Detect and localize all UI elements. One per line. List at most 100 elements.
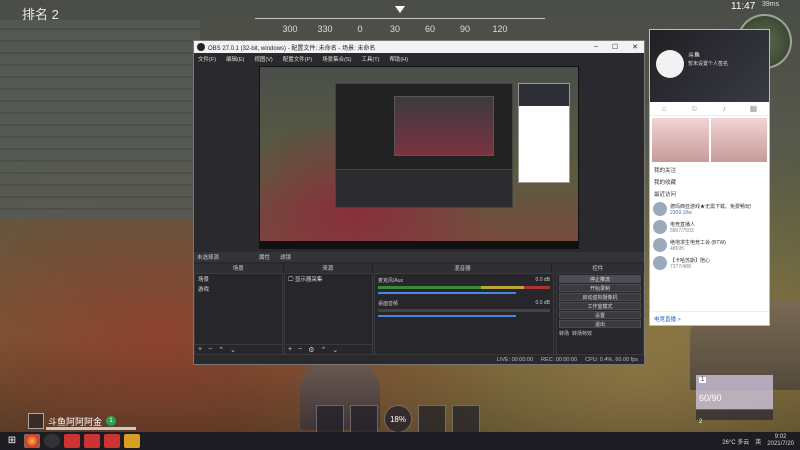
player-level: 1 bbox=[106, 416, 117, 426]
menu-item[interactable]: 编辑(E) bbox=[226, 55, 244, 63]
skill-slot[interactable] bbox=[452, 405, 480, 433]
rec-time: REC: 00:00:00 bbox=[541, 356, 578, 363]
remove-icon[interactable]: − bbox=[298, 346, 302, 353]
dock-title-scenes: 场景 bbox=[194, 264, 284, 273]
tab-transitions[interactable]: 转场特效 bbox=[572, 330, 592, 337]
obs-preview[interactable] bbox=[259, 66, 579, 249]
menu-item[interactable]: 帮助(H) bbox=[389, 55, 408, 63]
up-icon[interactable]: ⌃ bbox=[218, 346, 224, 354]
stop-stream-button[interactable]: 停止推流 bbox=[559, 275, 641, 283]
dock-title-controls: 控件 bbox=[552, 264, 645, 273]
scene-item[interactable]: 场景 bbox=[195, 274, 282, 284]
studio-mode-button[interactable]: 工作室模式 bbox=[559, 302, 641, 310]
photo-row bbox=[650, 116, 769, 164]
menu-item[interactable]: 配置文件(P) bbox=[283, 55, 312, 63]
minimize-icon[interactable]: – bbox=[594, 43, 598, 51]
avatar[interactable] bbox=[656, 50, 684, 78]
menu-item[interactable]: 工具(T) bbox=[361, 55, 379, 63]
photo[interactable] bbox=[710, 118, 767, 162]
ammo-count: 60/90 bbox=[699, 393, 722, 403]
dock-title-mixer: 混音器 bbox=[373, 264, 553, 273]
side-link[interactable]: 最近访问 bbox=[650, 188, 769, 200]
nested-side-panel bbox=[518, 83, 570, 183]
obs-title: OBS 27.0.1 (32-bit, windows) - 配置文件: 未命名… bbox=[208, 45, 376, 52]
compass: 300 330 0 30 60 90 120 bbox=[255, 0, 545, 40]
menu-item[interactable]: 视图(V) bbox=[254, 55, 272, 63]
compass-tick-label: 30 bbox=[389, 24, 401, 34]
player-avatar bbox=[28, 413, 44, 429]
add-icon[interactable]: + bbox=[198, 346, 202, 353]
game-icon[interactable] bbox=[124, 434, 140, 448]
list-item[interactable]: 绝地求生电竞工会 (BTW) 48695 bbox=[650, 236, 769, 254]
skill-bar: 18% bbox=[316, 405, 480, 433]
skill-slot[interactable] bbox=[418, 405, 446, 433]
mixer-channel-level: 0.0 dB bbox=[535, 300, 550, 306]
bell-icon[interactable]: ♪ bbox=[722, 104, 726, 113]
skill-center[interactable]: 18% bbox=[384, 405, 412, 433]
filters-button[interactable]: 滤镜 bbox=[280, 253, 291, 261]
compass-tick-label: 330 bbox=[317, 24, 333, 34]
close-icon[interactable]: ✕ bbox=[632, 43, 638, 51]
side-user-name: 斗鱼 bbox=[688, 53, 701, 59]
windows-start-icon[interactable]: ⊞ bbox=[4, 434, 20, 448]
side-footer[interactable]: 电竞直播 > bbox=[650, 311, 769, 325]
properties-button[interactable]: 属性 bbox=[259, 253, 270, 261]
rank-label: 排名 2 bbox=[22, 7, 59, 22]
grid-icon[interactable]: ▦ bbox=[750, 104, 758, 113]
volume-slider[interactable] bbox=[378, 292, 516, 294]
mixer-channel: 麦克风/Aux 0.0 dB bbox=[378, 277, 550, 294]
ime-indicator[interactable]: 英 bbox=[755, 437, 761, 446]
compass-marker-icon bbox=[395, 6, 405, 13]
chrome-icon[interactable] bbox=[24, 434, 40, 448]
compass-tick-label: 0 bbox=[357, 24, 363, 34]
no-source-label: 未选择源 bbox=[197, 255, 220, 261]
weather[interactable]: 26°C 多云 bbox=[722, 437, 749, 446]
app-icon[interactable] bbox=[84, 434, 100, 448]
side-list: 德玛西亚游戏★无需下载、免费畅玩! 2309.18w 电竞直播人 5807/7503… bbox=[650, 200, 769, 272]
status-bar: LIVE: 00:00:00 REC: 00:00:00 CPU: 0.4%, … bbox=[194, 354, 644, 364]
settings-button[interactable]: 设置 bbox=[559, 311, 641, 319]
weapon-slot-1[interactable]: 1 60/90 bbox=[696, 375, 773, 409]
weapon-slot-2[interactable]: 2 bbox=[696, 410, 773, 425]
gear-icon[interactable]: ⚙ bbox=[308, 346, 314, 354]
tab-controls[interactable]: 转场 bbox=[559, 330, 569, 337]
list-item[interactable]: 【卡哈苏斯】陪心 7377/488 bbox=[650, 254, 769, 272]
skill-slot[interactable] bbox=[350, 405, 378, 433]
source-item[interactable]: 🖵 显示器采集 bbox=[285, 274, 372, 285]
down-icon[interactable]: ⌄ bbox=[230, 346, 236, 354]
controls-dock: 停止推流 开始录制 启动虚拟摄像机 工作室模式 设置 退出 转场 转场特效 bbox=[556, 273, 644, 355]
list-item[interactable]: 电竞直播人 5807/7503 bbox=[650, 218, 769, 236]
exit-button[interactable]: 退出 bbox=[559, 320, 641, 328]
user-icon[interactable]: ☺ bbox=[690, 104, 698, 113]
compass-tick-label: 300 bbox=[282, 24, 298, 34]
menu-item[interactable]: 场景集合(S) bbox=[322, 55, 351, 63]
add-icon[interactable]: + bbox=[288, 346, 292, 353]
down-icon[interactable]: ⌄ bbox=[332, 346, 338, 354]
home-icon[interactable]: ⌂ bbox=[662, 104, 667, 113]
start-recording-button[interactable]: 开始录制 bbox=[559, 284, 641, 292]
app-icon[interactable] bbox=[104, 434, 120, 448]
virtual-camera-button[interactable]: 启动虚拟摄像机 bbox=[559, 293, 641, 301]
mixer-channel-level: 0.0 dB bbox=[535, 277, 550, 283]
up-icon[interactable]: ⌃ bbox=[320, 346, 326, 354]
system-tray: 26°C 多云 英 9:02 2021/7/20 bbox=[722, 432, 794, 450]
obs-icon[interactable] bbox=[44, 434, 60, 448]
cpu-fps: CPU: 0.4%, 60.00 fps bbox=[585, 356, 638, 363]
compass-tick-label: 60 bbox=[424, 24, 436, 34]
scene-item[interactable]: 游戏 bbox=[195, 284, 282, 294]
health-bar bbox=[46, 427, 136, 430]
mixer-channel-name: 麦克风/Aux bbox=[378, 278, 404, 284]
menu-item[interactable]: 文件(F) bbox=[198, 55, 216, 63]
photo[interactable] bbox=[652, 118, 709, 162]
skill-slot[interactable] bbox=[316, 405, 344, 433]
app-icon[interactable] bbox=[64, 434, 80, 448]
clock[interactable]: 9:02 2021/7/20 bbox=[767, 434, 794, 448]
maximize-icon[interactable]: ☐ bbox=[612, 43, 618, 51]
side-link[interactable]: 我的关注 bbox=[650, 164, 769, 176]
list-item[interactable]: 德玛西亚游戏★无需下载、免费畅玩! 2309.18w bbox=[650, 200, 769, 218]
source-toolbar: 未选择源 属性 滤镜 bbox=[194, 252, 644, 262]
volume-slider[interactable] bbox=[378, 315, 516, 317]
weapon-slot-number: 1 bbox=[699, 377, 707, 383]
side-link[interactable]: 我的收藏 bbox=[650, 176, 769, 188]
remove-icon[interactable]: − bbox=[208, 346, 212, 353]
